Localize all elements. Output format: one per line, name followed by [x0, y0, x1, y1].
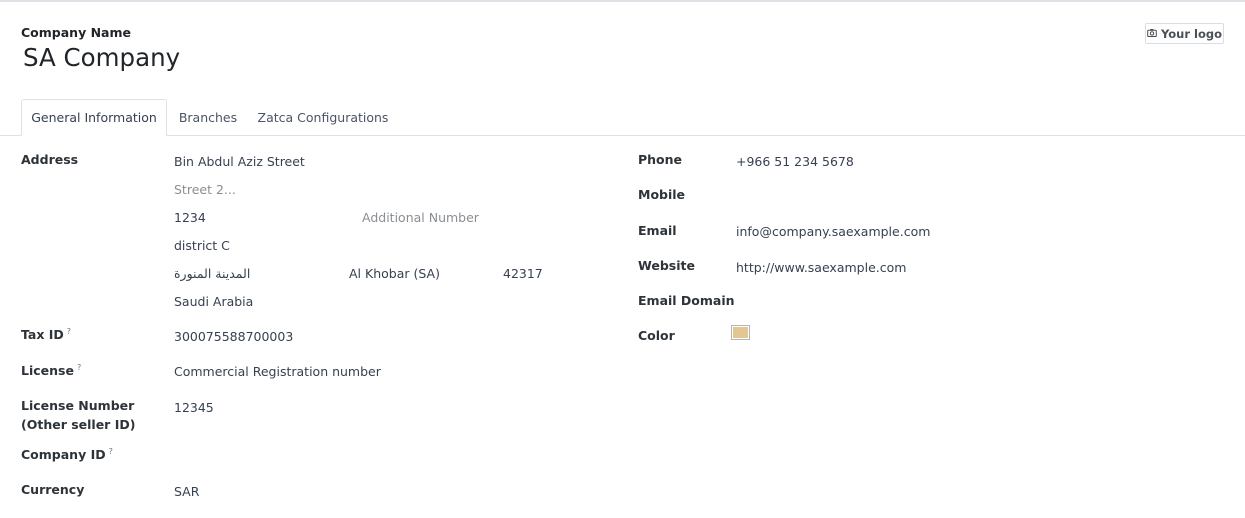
tab-zatca-configurations[interactable]: Zatca Configurations [249, 99, 397, 136]
top-border [0, 0, 1245, 2]
camera-icon [1147, 27, 1157, 41]
address-label: Address [21, 152, 79, 167]
tab-label: General Information [31, 110, 157, 125]
license-label: License? [21, 363, 81, 378]
state-field[interactable]: Al Khobar (SA) [349, 266, 440, 281]
tax-id-field[interactable]: 300075588700003 [174, 329, 293, 344]
tab-label: Zatca Configurations [257, 110, 389, 125]
license-number-label-line1: License Number [21, 398, 135, 413]
help-icon[interactable]: ? [67, 327, 71, 336]
mobile-label: Mobile [638, 187, 686, 202]
license-label-text: License [21, 363, 74, 379]
company-id-label: Company ID? [21, 447, 113, 462]
building-number-field[interactable]: 1234 [174, 210, 206, 225]
additional-number-field[interactable]: Additional Number [362, 210, 479, 225]
color-swatch[interactable] [731, 325, 750, 340]
company-name-label: Company Name [21, 25, 131, 40]
license-number-label-line2: (Other seller ID) [21, 417, 136, 432]
street-field[interactable]: Bin Abdul Aziz Street [174, 154, 305, 169]
tab-branches[interactable]: Branches [167, 99, 249, 136]
help-icon[interactable]: ? [77, 363, 81, 372]
phone-label: Phone [638, 152, 683, 167]
currency-label: Currency [21, 482, 85, 497]
help-icon[interactable]: ? [109, 447, 113, 456]
company-name-field[interactable]: SA Company [23, 43, 180, 72]
zip-field[interactable]: 42317 [503, 266, 543, 281]
email-field[interactable]: info@company.saexample.com [736, 224, 930, 239]
license-number-field[interactable]: 12345 [174, 400, 214, 415]
tab-general-information[interactable]: General Information [21, 99, 167, 136]
email-domain-label: Email Domain [638, 293, 735, 308]
website-label: Website [638, 258, 695, 273]
color-label: Color [638, 328, 675, 343]
city-field[interactable]: المدينة المنورة [174, 266, 250, 281]
phone-field[interactable]: +966 51 234 5678 [736, 154, 854, 169]
country-field[interactable]: Saudi Arabia [174, 294, 253, 309]
currency-field[interactable]: SAR [174, 484, 199, 499]
your-logo-label: Your logo [1160, 26, 1222, 41]
tax-id-label: Tax ID? [21, 327, 71, 342]
company-id-label-text: Company ID [21, 447, 106, 463]
street2-field[interactable]: Street 2... [174, 182, 236, 197]
your-logo-button[interactable]: Your logo [1145, 23, 1224, 44]
color-swatch-fill [733, 327, 748, 338]
license-field[interactable]: Commercial Registration number [174, 364, 381, 379]
district-field[interactable]: district C [174, 238, 230, 253]
email-label: Email [638, 223, 677, 238]
tab-label: Branches [178, 110, 238, 125]
tax-id-label-text: Tax ID [21, 327, 64, 343]
website-field[interactable]: http://www.saexample.com [736, 260, 906, 275]
